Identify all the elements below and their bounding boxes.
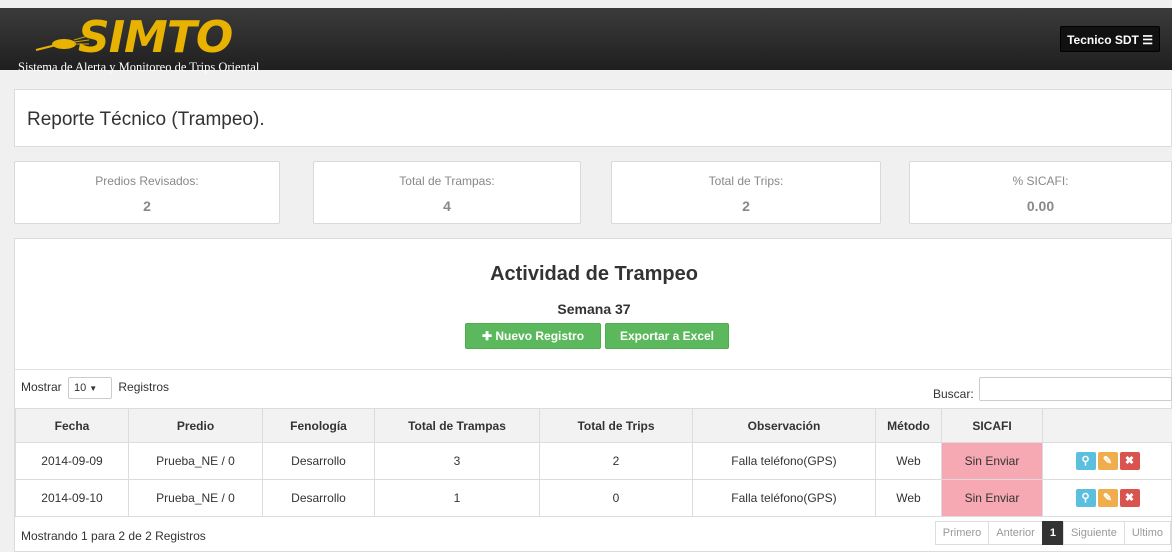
stat-label: Predios Revisados: bbox=[95, 174, 199, 188]
activity-panel: Actividad de Trampeo Semana 37 ✚ Nuevo R… bbox=[14, 238, 1172, 552]
page-size-select[interactable]: 10 ▼ bbox=[68, 377, 113, 399]
stat-label: Total de Trips: bbox=[708, 174, 784, 188]
cell-fecha: 2014-09-09 bbox=[15, 442, 129, 480]
cell-fenologia: Desarrollo bbox=[262, 479, 375, 517]
table-row: 2014-09-10 Prueba_NE / 0 Desarrollo 1 0 … bbox=[15, 479, 1172, 517]
stat-sicafi: % SICAFI: 0.00 bbox=[909, 161, 1172, 224]
delete-icon[interactable]: ✖ bbox=[1119, 452, 1140, 470]
edit-icon[interactable]: ✎ bbox=[1097, 452, 1118, 470]
col-trampas[interactable]: Total de Trampas bbox=[374, 408, 540, 443]
section-title: Actividad de Trampeo bbox=[490, 263, 698, 285]
menu-icon: ☰ bbox=[1142, 33, 1153, 47]
cell-actions: ⚲ ✎ ✖ bbox=[1042, 442, 1172, 480]
export-excel-button[interactable]: Exportar a Excel bbox=[605, 323, 729, 349]
table-info: Mostrando 1 para 2 de 2 Registros bbox=[21, 529, 206, 543]
stat-label: Total de Trampas: bbox=[399, 174, 495, 188]
cell-fecha: 2014-09-10 bbox=[15, 479, 129, 517]
top-navbar: SIMTO Sistema de Alerta y Monitoreo de T… bbox=[0, 0, 1172, 75]
cell-metodo: Web bbox=[875, 442, 942, 480]
page-size-value: 10 bbox=[74, 382, 87, 394]
stat-predios: Predios Revisados: 2 bbox=[14, 161, 280, 224]
col-observacion[interactable]: Observación bbox=[692, 408, 876, 443]
cell-sicafi-status: Sin Enviar bbox=[941, 479, 1043, 517]
chevron-down-icon: ▼ bbox=[89, 384, 98, 393]
user-name: Tecnico SDT bbox=[1067, 33, 1139, 47]
view-icon[interactable]: ⚲ bbox=[1075, 452, 1096, 470]
week-label: Semana 37 bbox=[557, 301, 631, 317]
pager-last[interactable]: Ultimo bbox=[1123, 521, 1171, 545]
cell-trips: 2 bbox=[539, 442, 693, 480]
cell-trampas: 3 bbox=[374, 442, 540, 480]
col-sicafi[interactable]: SICAFI bbox=[941, 408, 1043, 443]
cell-sicafi-status: Sin Enviar bbox=[941, 442, 1043, 480]
new-record-button[interactable]: ✚ Nuevo Registro bbox=[465, 323, 601, 349]
stat-value: 2 bbox=[143, 198, 151, 214]
stat-value: 2 bbox=[742, 198, 750, 214]
table-row: 2014-09-09 Prueba_NE / 0 Desarrollo 3 2 … bbox=[15, 442, 1172, 480]
table-header-row: Fecha Predio Fenología Total de Trampas … bbox=[15, 408, 1172, 443]
stat-label: % SICAFI: bbox=[1012, 174, 1069, 188]
pager-prev[interactable]: Anterior bbox=[988, 521, 1043, 545]
search-input[interactable] bbox=[979, 377, 1172, 401]
new-record-label: Nuevo Registro bbox=[495, 329, 585, 343]
stat-value: 4 bbox=[443, 198, 451, 214]
cell-predio: Prueba_NE / 0 bbox=[128, 442, 263, 480]
cell-fenologia: Desarrollo bbox=[262, 442, 375, 480]
pager-first[interactable]: Primero bbox=[934, 521, 990, 545]
navbar-bar: SIMTO Sistema de Alerta y Monitoreo de T… bbox=[0, 8, 1172, 75]
pager-current[interactable]: 1 bbox=[1041, 521, 1064, 545]
view-icon[interactable]: ⚲ bbox=[1075, 489, 1096, 507]
pager-next[interactable]: Siguiente bbox=[1062, 521, 1125, 545]
col-predio[interactable]: Predio bbox=[128, 408, 263, 443]
edit-icon[interactable]: ✎ bbox=[1097, 489, 1118, 507]
col-fenologia[interactable]: Fenología bbox=[262, 408, 375, 443]
cell-observacion: Falla teléfono(GPS) bbox=[692, 479, 876, 517]
cell-trampas: 1 bbox=[374, 479, 540, 517]
cell-predio: Prueba_NE / 0 bbox=[128, 479, 263, 517]
brand-link[interactable]: SIMTO Sistema de Alerta y Monitoreo de T… bbox=[12, 12, 312, 75]
stat-trampas: Total de Trampas: 4 bbox=[313, 161, 581, 224]
page-title: Reporte Técnico (Trampeo). bbox=[27, 109, 265, 130]
brand-subtitle: Sistema de Alerta y Monitoreo de Trips O… bbox=[18, 60, 260, 74]
records-table: Fecha Predio Fenología Total de Trampas … bbox=[15, 408, 1172, 517]
title-panel: Reporte Técnico (Trampeo). bbox=[14, 89, 1172, 147]
page-length-control: Mostrar 10 ▼ Registros bbox=[21, 377, 169, 399]
col-actions bbox=[1042, 408, 1172, 443]
cell-actions: ⚲ ✎ ✖ bbox=[1042, 479, 1172, 517]
records-label: Registros bbox=[118, 380, 170, 395]
show-label: Mostrar bbox=[21, 380, 62, 395]
user-menu-button[interactable]: Tecnico SDT ☰ bbox=[1060, 26, 1160, 52]
stat-value: 0.00 bbox=[1026, 198, 1055, 214]
col-fecha[interactable]: Fecha bbox=[15, 408, 129, 443]
divider bbox=[15, 369, 1172, 370]
plus-icon: ✚ bbox=[481, 329, 493, 343]
col-metodo[interactable]: Método bbox=[875, 408, 942, 443]
pagination: Primero Anterior 1 Siguiente Ultimo bbox=[934, 521, 1171, 545]
search-label: Buscar: bbox=[933, 387, 974, 401]
cell-observacion: Falla teléfono(GPS) bbox=[692, 442, 876, 480]
cell-metodo: Web bbox=[875, 479, 942, 517]
stat-trips: Total de Trips: 2 bbox=[611, 161, 881, 224]
col-trips[interactable]: Total de Trips bbox=[539, 408, 693, 443]
brand-logo: SIMTO bbox=[78, 12, 233, 63]
delete-icon[interactable]: ✖ bbox=[1119, 489, 1140, 507]
cell-trips: 0 bbox=[539, 479, 693, 517]
